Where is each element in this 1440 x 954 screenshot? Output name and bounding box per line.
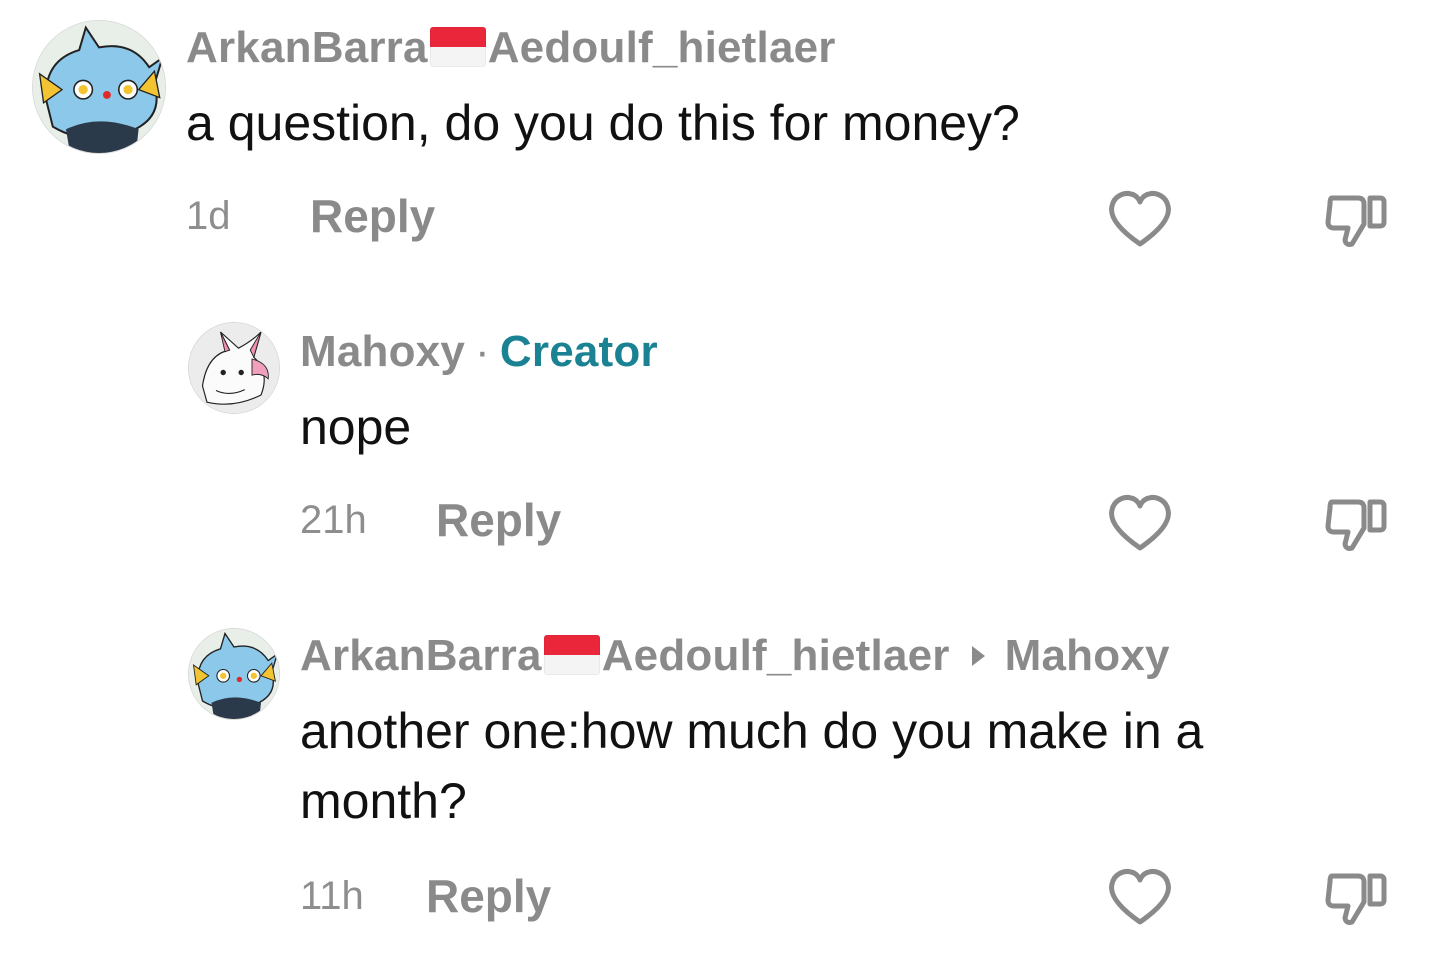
- reply-to-name[interactable]: Mahoxy: [1005, 631, 1170, 680]
- avatar[interactable]: [32, 20, 166, 154]
- comment-timestamp: 1d: [186, 194, 231, 238]
- comment-2: Mahoxy · Creator nope 21h Reply: [0, 300, 1440, 600]
- blue-creature-avatar-icon: [189, 629, 279, 719]
- avatar[interactable]: [188, 628, 280, 720]
- reply-button[interactable]: Reply: [426, 872, 551, 920]
- comment-timestamp: 21h: [300, 498, 367, 542]
- reply-arrow-icon: [971, 646, 985, 667]
- heart-outline-icon[interactable]: [1104, 184, 1176, 256]
- heart-outline-icon[interactable]: [1104, 862, 1176, 934]
- comment-author[interactable]: ArkanBarra Aedoulf_hietlaer: [186, 22, 836, 74]
- author-name-part1[interactable]: ArkanBarra: [186, 23, 428, 72]
- comment-meta: 1d Reply: [186, 192, 435, 240]
- reply-button[interactable]: Reply: [436, 496, 561, 544]
- separator-dot: ·: [475, 327, 490, 376]
- thumbs-down-icon[interactable]: [1318, 184, 1390, 256]
- thumbs-down-icon[interactable]: [1318, 862, 1390, 934]
- comment-author[interactable]: Mahoxy · Creator: [300, 326, 658, 378]
- thumbs-down-icon[interactable]: [1318, 488, 1390, 560]
- comment-timestamp: 11h: [300, 874, 364, 918]
- blue-creature-avatar-icon: [33, 21, 165, 153]
- creator-badge: Creator: [499, 327, 658, 376]
- comment-author[interactable]: ArkanBarra Aedoulf_hietlaer Mahoxy: [300, 630, 1170, 682]
- comment-3: ArkanBarra Aedoulf_hietlaer Mahoxy another…: [0, 606, 1440, 954]
- avatar[interactable]: [188, 322, 280, 414]
- indonesia-flag-icon: [429, 27, 486, 67]
- reply-button[interactable]: Reply: [310, 192, 435, 240]
- author-name-part2[interactable]: Aedoulf_hietlaer: [488, 23, 836, 72]
- author-name-part2[interactable]: Aedoulf_hietlaer: [602, 631, 950, 680]
- indonesia-flag-icon: [543, 635, 600, 675]
- pink-fox-sketch-avatar-icon: [189, 323, 279, 413]
- author-name-part1[interactable]: ArkanBarra: [300, 631, 542, 680]
- comment-meta: 11h Reply: [300, 872, 551, 920]
- comment-text: a question, do you do this for money?: [186, 95, 1020, 151]
- comment-meta: 21h Reply: [300, 496, 561, 544]
- comment-text-line2: month?: [300, 773, 467, 829]
- heart-outline-icon[interactable]: [1104, 488, 1176, 560]
- author-name[interactable]: Mahoxy: [300, 327, 465, 376]
- comment-1: ArkanBarra Aedoulf_hietlaer a question, d…: [0, 0, 1440, 290]
- comment-text: nope: [300, 399, 412, 455]
- comment-text-line1: another one:how much do you make in a: [300, 703, 1204, 759]
